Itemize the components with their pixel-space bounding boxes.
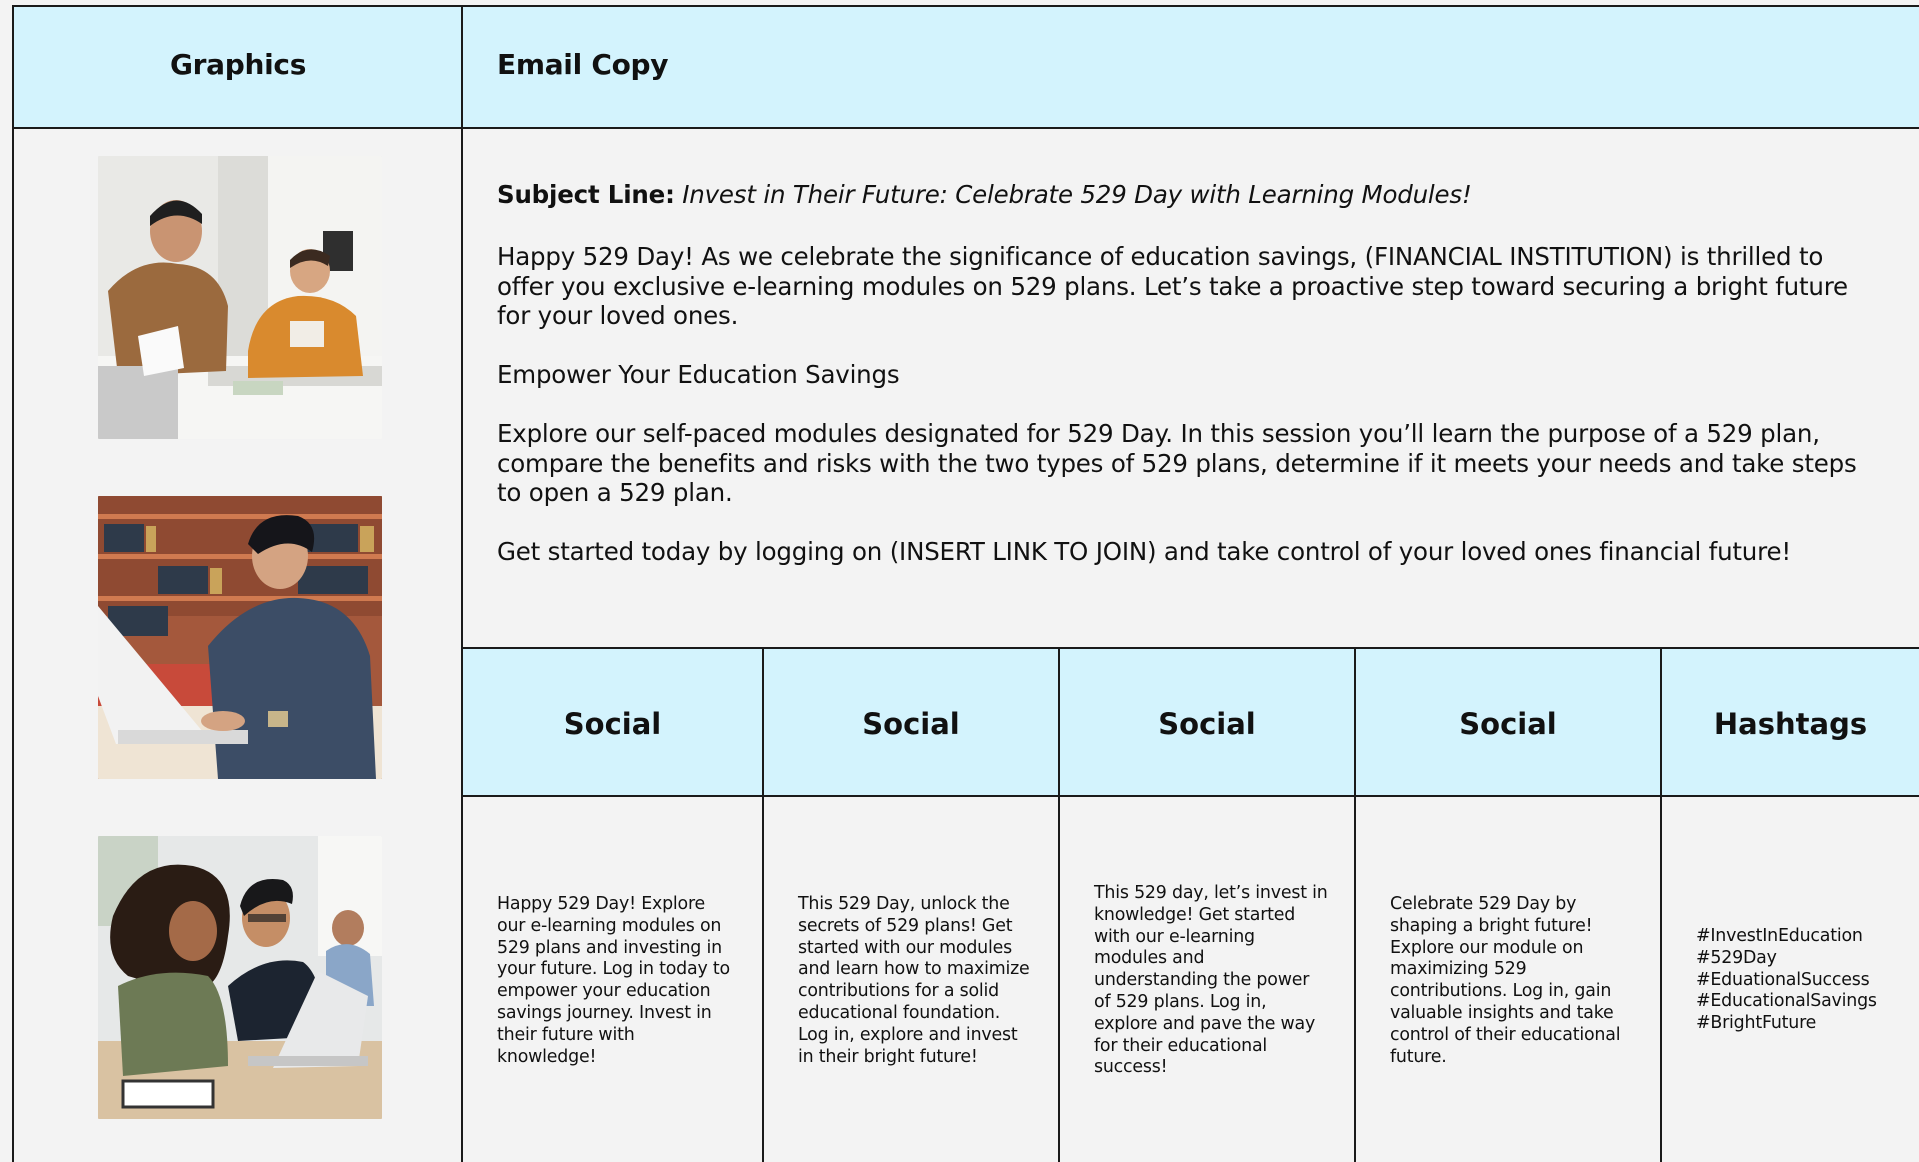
- grid-line-left: [12, 5, 14, 1162]
- social-header-1: Social: [563, 706, 662, 741]
- grid-line-header-bottom: [12, 127, 1919, 129]
- email-paragraph-intro: Happy 529 Day! As we celebrate the signi…: [497, 242, 1848, 330]
- social-post-1: Happy 529 Day! Explore our e-learning mo…: [497, 894, 730, 1067]
- two-students-laptop-photo: [98, 836, 382, 1119]
- social-header-2: Social: [862, 706, 960, 741]
- father-and-son-photo: [98, 156, 382, 439]
- grid-line-column-divider: [461, 5, 463, 1162]
- photo-image-icon: [98, 836, 382, 1119]
- graphics-header-label: Graphics: [169, 48, 307, 81]
- email-copy-header-label: Email Copy: [497, 48, 669, 81]
- email-paragraph-heading: Empower Your Education Savings: [497, 360, 900, 389]
- hashtags-list: #InvestInEducation #529Day #EduationalSu…: [1696, 926, 1877, 1034]
- social-post-3: This 529 day, let’s invest in knowledge!…: [1094, 883, 1328, 1078]
- social-header-3: Social: [1158, 706, 1256, 741]
- grid-line-top: [12, 5, 1919, 7]
- subject-line-text: Invest in Their Future: Celebrate 529 Da…: [682, 180, 1472, 209]
- email-subject-line: Subject Line: Invest in Their Future: Ce…: [497, 180, 1887, 210]
- social-post-4: Celebrate 529 Day by shaping a bright fu…: [1390, 894, 1621, 1067]
- photo-image-icon: [98, 496, 382, 779]
- photo-image-icon: [98, 156, 382, 439]
- hashtags-header: Hashtags: [1713, 706, 1868, 741]
- subject-line-label: Subject Line:: [497, 180, 675, 209]
- content-calendar-sheet: Graphics Email Copy Subject Line: Invest…: [0, 0, 1919, 1162]
- young-man-laptop-photo: [98, 496, 382, 779]
- social-header-4: Social: [1459, 706, 1557, 741]
- email-paragraph-modules: Explore our self-paced modules designate…: [497, 419, 1857, 507]
- social-post-2: This 529 Day, unlock the secrets of 529 …: [798, 894, 1030, 1067]
- email-copy-header-cell: [463, 7, 1919, 127]
- email-paragraph-cta: Get started today by logging on (INSERT …: [497, 537, 1791, 566]
- grid-line-email-bottom: [461, 647, 1919, 649]
